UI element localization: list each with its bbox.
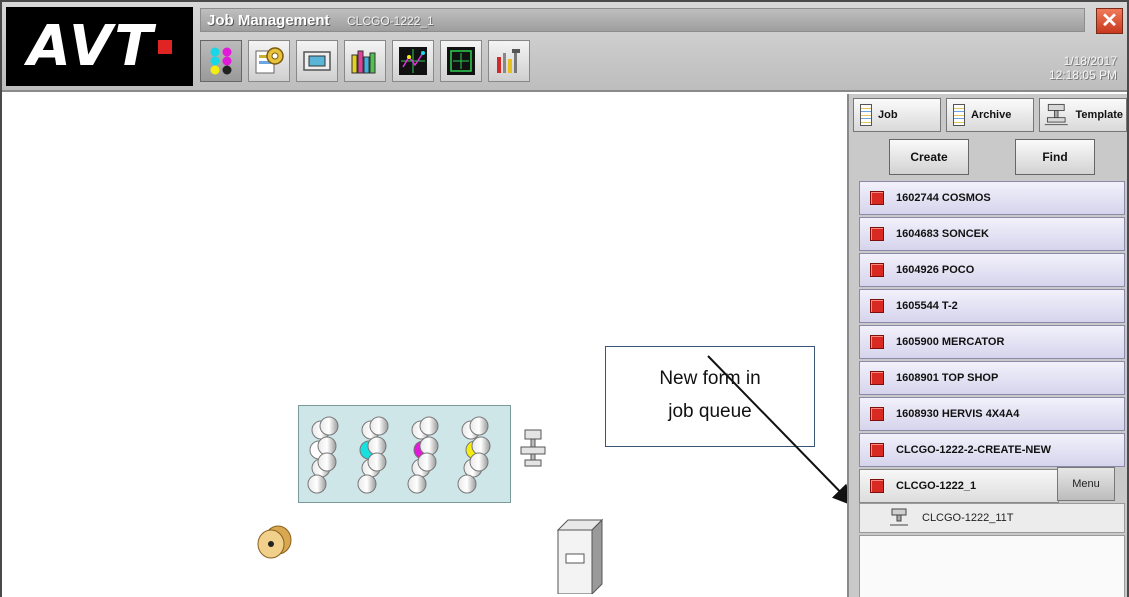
job-settings-icon xyxy=(255,47,284,74)
frame-target-icon xyxy=(447,47,475,75)
create-button[interactable]: Create xyxy=(889,139,969,175)
job-item[interactable]: 1604926 POCO xyxy=(859,253,1125,287)
toolbar-button-settings[interactable] xyxy=(248,40,290,82)
job-item[interactable]: 1608901 TOP SHOP xyxy=(859,361,1125,395)
tab-template-label: Template xyxy=(1075,109,1123,121)
delivery-unit-icon[interactable] xyxy=(519,428,547,468)
job-item[interactable]: 1604683 SONCEK xyxy=(859,217,1125,251)
job-status-icon xyxy=(870,371,884,385)
current-job-name: CLCGO-1222_1 xyxy=(347,14,434,28)
logo-red-dot xyxy=(157,39,172,54)
panel-tabs: Job Archive Template xyxy=(853,98,1127,132)
toolbar-button-charts[interactable] xyxy=(344,40,386,82)
avt-logo: AVT xyxy=(6,7,193,86)
job-item-label: 1608930 HERVIS 4X4A4 xyxy=(896,408,1020,420)
tab-template[interactable]: Template xyxy=(1039,98,1127,132)
header-bar: AVT Job Management CLCGO-1222_1 ✕ 1/18/2… xyxy=(2,2,1127,92)
job-item-label: 1605900 MERCATOR xyxy=(896,336,1005,348)
paper-roll-icon[interactable] xyxy=(256,523,294,561)
find-button[interactable]: Find xyxy=(1015,139,1095,175)
tab-job-label: Job xyxy=(878,109,898,121)
press-unit-yellow xyxy=(457,416,491,494)
job-status-icon xyxy=(870,443,884,457)
color-dots-icon xyxy=(210,47,232,75)
job-item-label: 1602744 COSMOS xyxy=(896,192,991,204)
toolbar-button-register[interactable] xyxy=(392,40,434,82)
job-menu-button[interactable]: Menu xyxy=(1057,467,1115,501)
form-item[interactable]: CLCGO-1222_11T xyxy=(859,503,1125,533)
panel-actions: Create Find xyxy=(889,139,1095,175)
job-status-icon xyxy=(870,299,884,313)
toolbar-button-display[interactable] xyxy=(296,40,338,82)
tab-job[interactable]: Job xyxy=(853,98,941,132)
display-icon xyxy=(303,51,331,71)
job-item[interactable]: 1608930 HERVIS 4X4A4 xyxy=(859,397,1125,431)
toolbar-button-job[interactable] xyxy=(200,40,242,82)
job-item-label: 1604683 SONCEK xyxy=(896,228,989,240)
date-text: 1/18/2017 xyxy=(1063,54,1117,68)
job-item[interactable]: 1602744 COSMOS xyxy=(859,181,1125,215)
close-button[interactable]: ✕ xyxy=(1096,8,1123,34)
job-item[interactable]: 1605544 T-2 xyxy=(859,289,1125,323)
job-item-label: CLCGO-1222-2-CREATE-NEW xyxy=(896,444,1052,456)
job-status-icon xyxy=(870,407,884,421)
job-status-icon xyxy=(870,191,884,205)
press-rollers-diagram xyxy=(307,416,491,494)
main-toolbar xyxy=(200,40,530,82)
time-text: 12:18:05 PM xyxy=(1048,68,1117,82)
form-list-empty-area xyxy=(859,535,1125,597)
job-status-icon xyxy=(870,263,884,277)
toolbar-button-tools[interactable] xyxy=(488,40,530,82)
job-item-label: 1604926 POCO xyxy=(896,264,975,276)
job-item-label: 1608901 TOP SHOP xyxy=(896,372,999,384)
title-bar: Job Management CLCGO-1222_1 xyxy=(200,8,1085,32)
register-graph-icon xyxy=(399,47,427,75)
press-unit-magenta xyxy=(407,416,439,494)
tab-archive[interactable]: Archive xyxy=(946,98,1034,132)
press-layout-canvas: New form in job queue xyxy=(2,94,847,597)
job-status-icon xyxy=(870,335,884,349)
press-unit-white xyxy=(307,416,339,494)
press-unit-cyan xyxy=(357,416,389,494)
template-plate-icon xyxy=(1044,103,1068,126)
job-item-selected[interactable]: CLCGO-1222_1 xyxy=(859,469,1059,503)
form-plate-icon xyxy=(890,508,908,526)
date-time-display: 1/18/2017 12:18:05 PM xyxy=(1049,54,1117,82)
job-item[interactable]: CLCGO-1222-2-CREATE-NEW xyxy=(859,433,1125,467)
archive-doc-icon xyxy=(953,104,965,126)
job-panel: Job Archive Template Create Find 1602744… xyxy=(847,94,1127,597)
job-item[interactable]: 1605900 MERCATOR xyxy=(859,325,1125,359)
bar-chart-icon xyxy=(351,50,376,74)
job-status-icon xyxy=(870,479,884,493)
annotation-callout: New form in job queue xyxy=(605,346,815,447)
tools-icon xyxy=(497,49,520,73)
form-item-label: CLCGO-1222_11T xyxy=(922,512,1014,524)
tab-archive-label: Archive xyxy=(971,109,1012,121)
logo-text: AVT xyxy=(27,14,155,79)
annotation-line-1: New form in xyxy=(659,368,761,389)
job-item-label: 1605544 T-2 xyxy=(896,300,958,312)
cabinet-icon[interactable] xyxy=(556,518,604,594)
job-queue-list: 1602744 COSMOS 1604683 SONCEK 1604926 PO… xyxy=(859,181,1125,505)
window-title: Job Management xyxy=(207,12,330,29)
annotation-line-2: job queue xyxy=(668,401,752,422)
printing-press-unit[interactable] xyxy=(298,405,511,503)
toolbar-button-frame[interactable] xyxy=(440,40,482,82)
job-item-label: CLCGO-1222_1 xyxy=(896,480,977,492)
job-status-icon xyxy=(870,227,884,241)
job-doc-icon xyxy=(860,104,872,126)
